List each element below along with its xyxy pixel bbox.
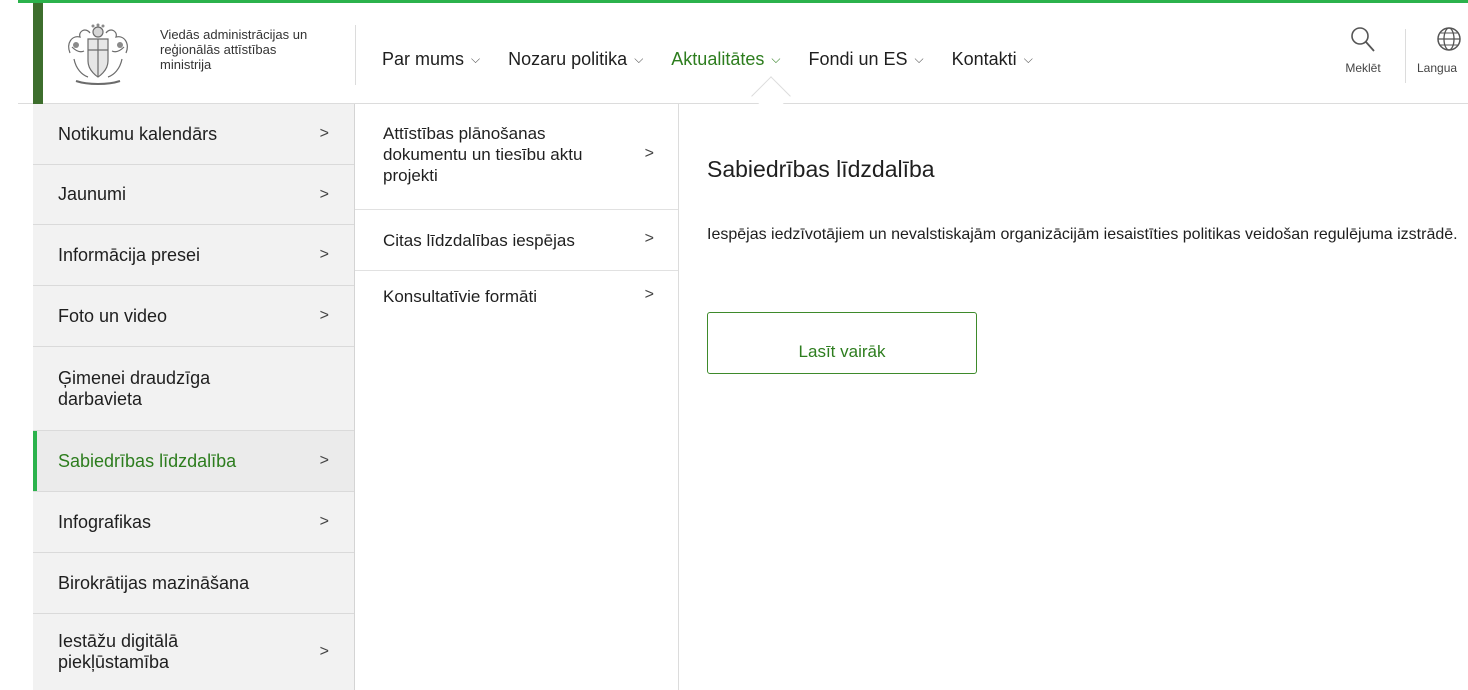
nav-nozaru-politika[interactable]: Nozaru politika ⌵ <box>508 49 643 70</box>
chevron-down-icon: ⌵ <box>1023 51 1033 66</box>
coat-of-arms-logo[interactable] <box>62 23 134 89</box>
tool-divider <box>1405 29 1406 83</box>
menu-item-foto-un-video[interactable]: Foto un video > <box>33 286 354 347</box>
menu-item-label: Informācija presei <box>58 244 201 265</box>
menu-preview-panel: Sabiedrības līdzdalība Iespējas iedzīvot… <box>707 104 1468 690</box>
nav-par-mums[interactable]: Par mums ⌵ <box>382 49 480 70</box>
ministry-name-line-2: reģionālās attīstības <box>160 42 277 57</box>
globe-icon <box>1437 27 1461 51</box>
ministry-name[interactable]: Viedās administrācijas un reģionālās att… <box>160 27 355 72</box>
nav-kontakti[interactable]: Kontakti ⌵ <box>952 49 1033 70</box>
menu-item-label: Ģimenei draudzīga darbavieta <box>58 367 211 409</box>
menu-item-sabiedribas-lidzdaliba[interactable]: Sabiedrības līdzdalība > <box>33 431 354 492</box>
submenu-item-attistibas-planosanas[interactable]: Attīstības plānošanas dokumentu un tiesī… <box>355 104 678 210</box>
menu-item-iestazu-digitala-piekl-stamiba[interactable]: Iestāžu digitālā piekļūstamība > <box>33 614 354 689</box>
chevron-right-icon: > <box>319 642 329 660</box>
nav-aktualitates[interactable]: Aktualitātes ⌵ <box>671 49 780 70</box>
chevron-down-icon: ⌵ <box>471 51 481 66</box>
nav-label: Aktualitātes <box>671 48 765 69</box>
ministry-name-line-3: ministrija <box>160 57 212 72</box>
menu-item-infografikas[interactable]: Infografikas > <box>33 492 354 553</box>
nav-label: Kontakti <box>951 48 1017 69</box>
chevron-right-icon: > <box>319 246 329 263</box>
language-button[interactable]: Langua <box>1408 26 1468 75</box>
submenu-item-citas-lidzdalibas-iespejas[interactable]: Citas līdzdalības iespējas > <box>355 210 678 271</box>
chevron-right-icon: > <box>319 307 329 324</box>
main-nav: Par mums ⌵ Nozaru politika ⌵ Aktualitāte… <box>382 47 1061 71</box>
submenu-item-label: Konsultatīvie formāti <box>383 287 538 306</box>
menu-item-label: Iestāžu digitālā piekļūstamība <box>58 630 179 672</box>
menu-item-birokratijas-mazinasana[interactable]: Birokrātijas mazināšana <box>33 553 354 614</box>
menu-item-label: Notikumu kalendārs <box>58 123 218 144</box>
menu-item-notikumu-kalendars[interactable]: Notikumu kalendārs > <box>33 104 354 165</box>
search-label: Meklēt <box>1345 61 1381 75</box>
language-label: Langua <box>1417 61 1458 75</box>
chevron-right-icon: > <box>319 513 329 530</box>
menu-item-jaunumi[interactable]: Jaunumi > <box>33 165 354 225</box>
brand-bar <box>33 3 43 104</box>
site-header: Viedās administrācijas un reģionālās att… <box>18 3 1468 104</box>
menu-item-label: Infografikas <box>58 511 152 532</box>
submenu-item-konsultativie-formati[interactable]: Konsultatīvie formāti > <box>355 271 678 332</box>
read-more-button[interactable]: Lasīt vairāk <box>707 312 977 374</box>
nav-label: Fondi un ES <box>808 48 908 69</box>
chevron-right-icon: > <box>319 185 329 203</box>
preview-title: Sabiedrības līdzdalība <box>707 156 935 182</box>
chevron-right-icon: > <box>319 452 329 469</box>
chevron-right-icon: > <box>644 145 654 162</box>
menu-item-gimenei-draudziga-darbavieta[interactable]: Ģimenei draudzīga darbavieta <box>33 347 354 431</box>
header-divider <box>355 25 356 85</box>
section-menu: Notikumu kalendārs > Jaunumi > Informāci… <box>33 104 355 690</box>
menu-item-label: Foto un video <box>58 305 168 326</box>
menu-item-informacija-presei[interactable]: Informācija presei > <box>33 225 354 286</box>
nav-label: Par mums <box>382 48 465 69</box>
submenu-item-label: Citas līdzdalības iespējas <box>383 231 575 250</box>
chevron-down-icon: ⌵ <box>914 51 924 66</box>
chevron-down-icon: ⌵ <box>771 51 781 66</box>
menu-item-label: Birokrātijas mazināšana <box>58 572 250 593</box>
chevron-right-icon: > <box>644 230 654 247</box>
submenu-item-label: Attīstības plānošanas dokumentu un tiesī… <box>383 124 583 185</box>
menu-item-label: Sabiedrības līdzdalība <box>58 450 237 471</box>
subsection-menu: Attīstības plānošanas dokumentu un tiesī… <box>355 104 679 690</box>
preview-description: Iespējas iedzīvotājiem un nevalstiskajām… <box>707 226 1458 243</box>
search-button[interactable]: Meklēt <box>1339 26 1387 75</box>
nav-label: Nozaru politika <box>508 48 628 69</box>
menu-item-label: Jaunumi <box>58 184 127 204</box>
nav-fondi-un-es[interactable]: Fondi un ES ⌵ <box>808 49 923 70</box>
chevron-down-icon: ⌵ <box>634 51 644 66</box>
chevron-right-icon: > <box>319 125 329 142</box>
ministry-name-line-1: Viedās administrācijas un <box>160 27 308 42</box>
search-icon <box>1351 27 1375 52</box>
chevron-right-icon: > <box>644 286 654 303</box>
